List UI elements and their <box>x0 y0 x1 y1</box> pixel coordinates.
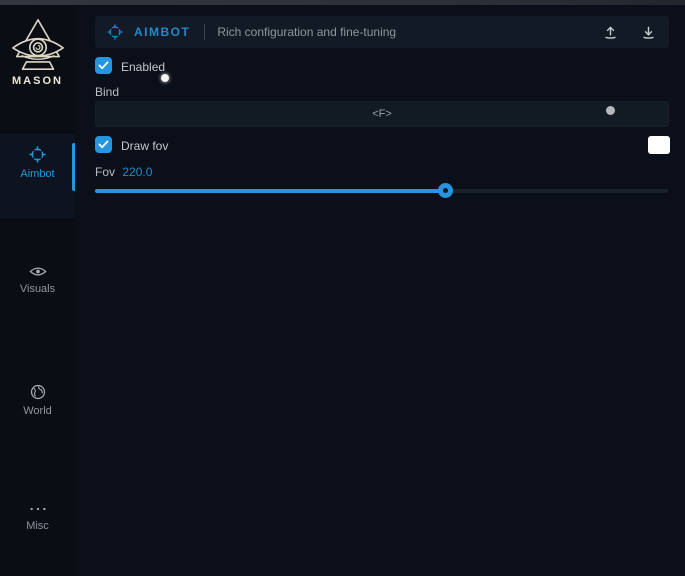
sidebar-item-aimbot[interactable]: Aimbot <box>0 132 75 220</box>
sidebar-item-label: Visuals <box>0 283 75 295</box>
sidebar: MASON Aimbot <box>0 5 75 576</box>
fov-slider-fill <box>95 189 445 193</box>
sidebar-item-visuals[interactable]: Visuals <box>0 259 75 295</box>
sidebar-item-world[interactable]: World <box>0 378 75 417</box>
config-actions <box>601 23 657 41</box>
export-config-button[interactable] <box>601 23 619 41</box>
fov-label: Fov <box>95 165 115 179</box>
fov-value: 220.0 <box>122 165 152 179</box>
header-divider <box>204 24 205 40</box>
import-config-button[interactable] <box>639 23 657 41</box>
bind-key-value: <F> <box>372 108 392 120</box>
fov-slider-handle[interactable] <box>438 183 453 198</box>
bind-key-field[interactable]: <F> <box>95 101 669 127</box>
draw-fov-label: Draw fov <box>121 139 168 153</box>
sidebar-item-label: World <box>0 405 75 417</box>
fov-color-swatch[interactable] <box>648 136 670 154</box>
crosshair-icon <box>0 133 75 163</box>
page-title: AIMBOT <box>134 25 190 39</box>
brand-name: MASON <box>0 75 75 87</box>
page-header: AIMBOT Rich configuration and fine-tunin… <box>95 16 669 48</box>
mason-menu-window: MASON Aimbot <box>0 0 685 576</box>
page-subtitle: Rich configuration and fine-tuning <box>217 25 396 39</box>
ellipsis-icon <box>0 503 75 515</box>
brand-logo: MASON <box>0 17 75 87</box>
fov-slider[interactable] <box>95 183 668 198</box>
eye-pyramid-logo-icon <box>9 17 67 73</box>
eye-icon <box>0 265 75 278</box>
globe-icon <box>0 384 75 400</box>
check-icon <box>98 140 109 149</box>
download-icon <box>641 25 656 40</box>
sidebar-item-label: Misc <box>0 520 75 532</box>
window-top-edge <box>0 0 685 5</box>
sidebar-item-misc[interactable]: Misc <box>0 497 75 532</box>
sidebar-item-label: Aimbot <box>0 168 75 180</box>
crosshair-icon <box>107 24 123 40</box>
fov-value-row: Fov 220.0 <box>95 165 152 179</box>
enabled-label: Enabled <box>121 60 165 74</box>
enabled-checkbox[interactable] <box>95 57 112 74</box>
check-icon <box>98 61 109 70</box>
bind-label: Bind <box>95 85 119 99</box>
draw-fov-checkbox[interactable] <box>95 136 112 153</box>
active-tab-indicator <box>72 143 75 191</box>
upload-icon <box>603 25 618 40</box>
mouse-cursor-dot <box>161 74 169 82</box>
